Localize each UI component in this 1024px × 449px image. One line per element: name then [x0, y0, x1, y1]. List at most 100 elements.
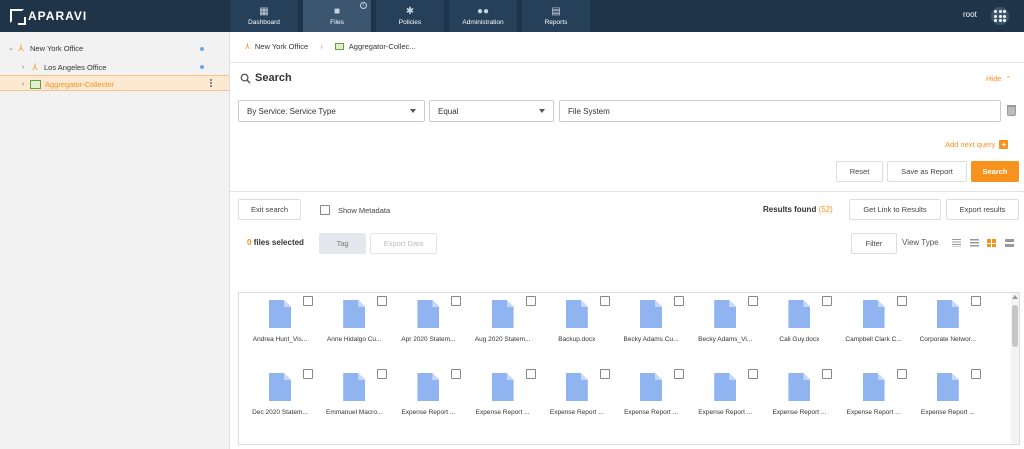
results-found-label: Results found	[763, 205, 817, 214]
chevron-right-icon[interactable]: ›	[22, 64, 30, 71]
file-checkbox[interactable]	[451, 296, 462, 306]
file-checkbox[interactable]	[896, 296, 907, 306]
file-tile[interactable]: Expense Report ...	[762, 366, 836, 426]
file-checkbox[interactable]	[748, 296, 759, 306]
file-tile[interactable]: Corporate Networ...	[911, 293, 985, 353]
view-type-label: View Type	[902, 238, 939, 247]
file-tile[interactable]: Expense Report ...	[391, 366, 465, 426]
scrollbar[interactable]	[1011, 293, 1019, 444]
file-checkbox[interactable]	[451, 369, 462, 379]
file-tile[interactable]: Andrea Hunt_Vis...	[243, 293, 317, 353]
add-next-query-link[interactable]: Add next query +	[945, 140, 1009, 149]
chevron-up-icon: ⌃	[1005, 76, 1012, 83]
aparavi-logo[interactable]: APARAVI	[10, 8, 87, 25]
query-value-text: File System	[568, 106, 610, 116]
query-field-select[interactable]: By Service: Service Type	[238, 100, 425, 122]
file-checkbox[interactable]	[970, 369, 981, 379]
nav-files[interactable]: ■ Files i	[303, 0, 371, 32]
file-checkbox[interactable]	[303, 296, 313, 306]
file-checkbox[interactable]	[525, 296, 536, 306]
document-icon	[343, 300, 366, 328]
user-menu[interactable]: root	[963, 10, 977, 19]
file-tile[interactable]: Apr 2020 Statem...	[391, 293, 465, 353]
tag-button[interactable]: Tag	[319, 233, 366, 254]
file-checkbox[interactable]	[822, 369, 833, 379]
export-data-button[interactable]: Export Data	[370, 233, 437, 254]
chevron-down-icon[interactable]: ⌄	[8, 44, 16, 52]
file-tile[interactable]: Campbell Clark C...	[837, 293, 911, 353]
file-tile[interactable]: Expense Report ...	[540, 366, 614, 426]
file-checkbox[interactable]	[674, 296, 684, 306]
scroll-up-icon[interactable]	[1012, 295, 1018, 299]
file-checkbox[interactable]	[674, 369, 684, 379]
breadcrumb-item[interactable]: New York Office	[255, 42, 308, 51]
scrollbar-thumb[interactable]	[1012, 305, 1018, 347]
document-icon	[936, 300, 959, 328]
filter-button[interactable]: Filter	[851, 233, 897, 254]
show-metadata-toggle[interactable]: Show Metadata	[320, 205, 390, 215]
grid-icon[interactable]	[987, 239, 996, 247]
file-tile[interactable]: Expense Report ...	[466, 366, 540, 426]
document-icon	[714, 300, 737, 328]
file-checkbox[interactable]	[970, 296, 981, 306]
query-operator-select[interactable]: Equal	[429, 100, 554, 122]
tree-item-label: Aggregator-Collector	[45, 79, 115, 89]
file-name: Becky Adams Cu...	[623, 336, 679, 343]
query-value-input[interactable]: File System	[559, 100, 1001, 122]
file-checkbox[interactable]	[377, 296, 388, 306]
file-tile[interactable]: Emmanuel Macro...	[317, 366, 391, 426]
file-name: Becky Adams_Vi...	[698, 336, 753, 343]
file-checkbox[interactable]	[896, 369, 907, 379]
file-tile[interactable]: Becky Adams_Vi...	[688, 293, 762, 353]
nav-dashboard[interactable]: ▦ Dashboard	[230, 0, 298, 32]
users-icon: ●●	[476, 5, 490, 17]
file-tile[interactable]: Expense Report ...	[911, 366, 985, 426]
trash-icon[interactable]	[1007, 105, 1016, 116]
chevron-right-icon[interactable]: ›	[22, 81, 30, 88]
search-button[interactable]: Search	[971, 161, 1019, 182]
file-checkbox[interactable]	[748, 369, 759, 379]
document-icon	[343, 373, 366, 401]
large-rows-icon[interactable]	[1005, 239, 1014, 247]
document-icon	[788, 373, 811, 401]
info-icon[interactable]: i	[360, 2, 367, 9]
reset-button[interactable]: Reset	[836, 161, 883, 182]
file-tile[interactable]: Dec 2020 Statem...	[243, 366, 317, 426]
file-tile[interactable]: Becky Adams Cu...	[614, 293, 688, 353]
file-tile[interactable]: Expense Report ...	[837, 366, 911, 426]
tree-item-new-york-office[interactable]: ⌄ ⅄ New York Office	[8, 40, 83, 56]
list-icon[interactable]	[970, 239, 979, 247]
compact-list-icon[interactable]	[952, 239, 961, 247]
nav-administration[interactable]: ●● Administration	[449, 0, 517, 32]
file-checkbox[interactable]	[303, 369, 313, 379]
more-options-icon[interactable]	[210, 79, 212, 87]
export-results-button[interactable]: Export results	[946, 199, 1019, 220]
tree-item-los-angeles-office[interactable]: › ⅄ Los Angeles Office	[22, 59, 106, 75]
report-icon: ▤	[551, 5, 561, 17]
breadcrumb-item[interactable]: Aggregator-Collec...	[349, 42, 416, 51]
file-checkbox[interactable]	[599, 369, 610, 379]
document-icon	[862, 300, 885, 328]
file-tile[interactable]: Anne Hidalgo Cu...	[317, 293, 391, 353]
exit-search-button[interactable]: Exit search	[238, 199, 301, 220]
file-tile[interactable]: Backup.docx	[540, 293, 614, 353]
get-link-button[interactable]: Get Link to Results	[849, 199, 941, 220]
file-checkbox[interactable]	[599, 296, 610, 306]
apps-grid-icon[interactable]	[991, 7, 1009, 25]
nav-policies[interactable]: ✱ Policies	[376, 0, 444, 32]
file-grid: Andrea Hunt_Vis... Anne Hidalgo Cu... Apr …	[238, 292, 1020, 445]
show-metadata-checkbox[interactable]	[320, 205, 330, 215]
file-checkbox[interactable]	[525, 369, 536, 379]
nav-reports[interactable]: ▤ Reports	[522, 0, 590, 32]
hide-search-toggle[interactable]: Hide ⌃	[986, 74, 1011, 83]
file-tile[interactable]: Expense Report ...	[614, 366, 688, 426]
results-found: Results found (52)	[763, 205, 833, 214]
file-tile[interactable]: Expense Report ...	[688, 366, 762, 426]
document-icon	[640, 373, 662, 401]
file-checkbox[interactable]	[377, 369, 388, 379]
file-checkbox[interactable]	[822, 296, 833, 306]
file-tile[interactable]: Cali Guy.docx	[762, 293, 836, 353]
tree-item-aggregator-collector[interactable]: › Aggregator-Collector	[22, 76, 114, 92]
save-as-report-button[interactable]: Save as Report	[887, 161, 967, 182]
file-tile[interactable]: Aug 2020 Statem...	[466, 293, 540, 353]
